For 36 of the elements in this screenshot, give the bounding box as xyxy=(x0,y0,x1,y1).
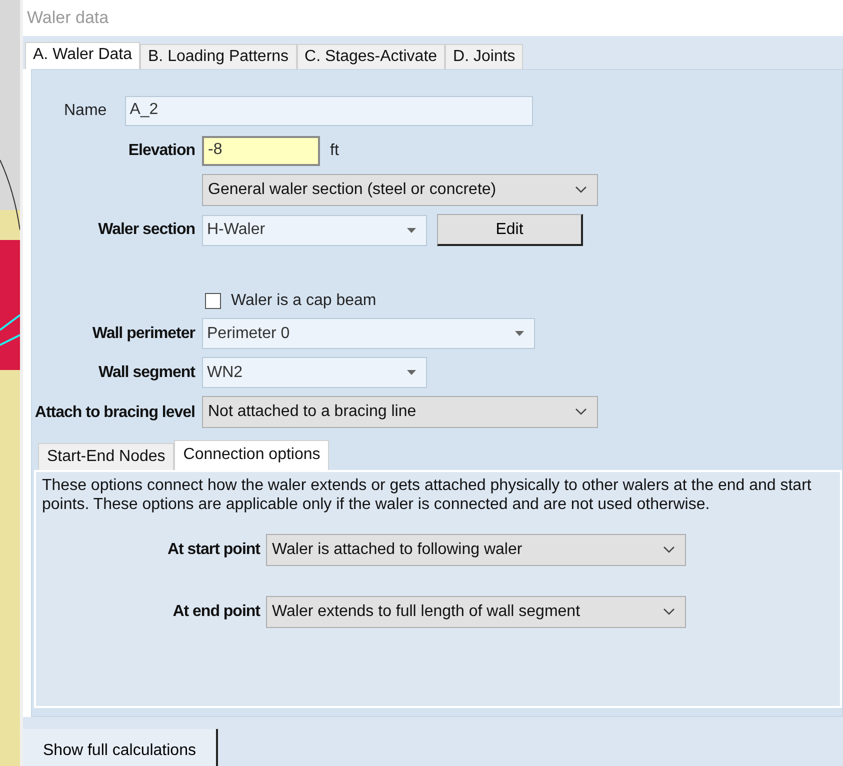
option-dropdown[interactable]: Waler extends to full length of wall segment xyxy=(266,596,686,628)
edit-button[interactable]: Edit xyxy=(437,214,583,246)
unit-label: ft xyxy=(330,142,339,160)
chevron-icon xyxy=(575,186,587,194)
dropdown-arrow-icon xyxy=(407,228,416,232)
tab[interactable]: C. Stages-Activate xyxy=(296,44,446,69)
tab[interactable]: B. Loading Patterns xyxy=(140,44,297,69)
waler-section-label: Waler section xyxy=(98,221,195,239)
section-type-dropdown[interactable]: General waler section (steel or concrete) xyxy=(202,174,598,206)
tab[interactable]: A. Waler Data xyxy=(25,42,140,69)
description-text: These options connect how the waler extends or gets attached physically to other walers at the end and start points. These options are applicable only if the waler is connected and are not used otherwise. xyxy=(42,476,812,514)
elevation-label: Elevation xyxy=(128,142,195,160)
bracing-dropdown[interactable]: Not attached to a bracing line xyxy=(202,396,598,428)
bracing-label: Attach to bracing level xyxy=(34,404,195,420)
wall-perimeter-label: Wall perimeter xyxy=(92,324,195,342)
dropdown-arrow-icon xyxy=(407,370,416,375)
chevron-icon xyxy=(663,608,675,616)
dropdown-arrow-icon xyxy=(515,331,524,336)
chevron-icon xyxy=(663,546,675,554)
waler-section-combo[interactable]: H-Waler xyxy=(202,214,427,246)
tab[interactable]: D. Joints xyxy=(445,44,524,69)
tab[interactable]: Connection options xyxy=(174,440,330,470)
option-dropdown[interactable]: Waler is attached to following waler xyxy=(266,534,686,566)
wall-segment-combo[interactable]: WN2 xyxy=(202,357,427,388)
option-label: At end point xyxy=(172,603,260,621)
name-label: Name xyxy=(64,102,107,120)
wall-segment-label: Wall segment xyxy=(98,364,195,382)
elevation-field[interactable]: -8 xyxy=(202,136,320,166)
name-field[interactable]: A_2 xyxy=(124,96,533,126)
show-calculations-button[interactable]: Show full calculations xyxy=(23,729,218,766)
chevron-icon xyxy=(575,408,587,416)
tab[interactable]: Start-End Nodes xyxy=(38,443,174,470)
checkbox-label: Waler is a cap beam xyxy=(231,292,376,310)
checkbox[interactable] xyxy=(205,293,221,309)
wall-perimeter-combo[interactable]: Perimeter 0 xyxy=(202,318,535,349)
option-label: At start point xyxy=(167,541,260,559)
